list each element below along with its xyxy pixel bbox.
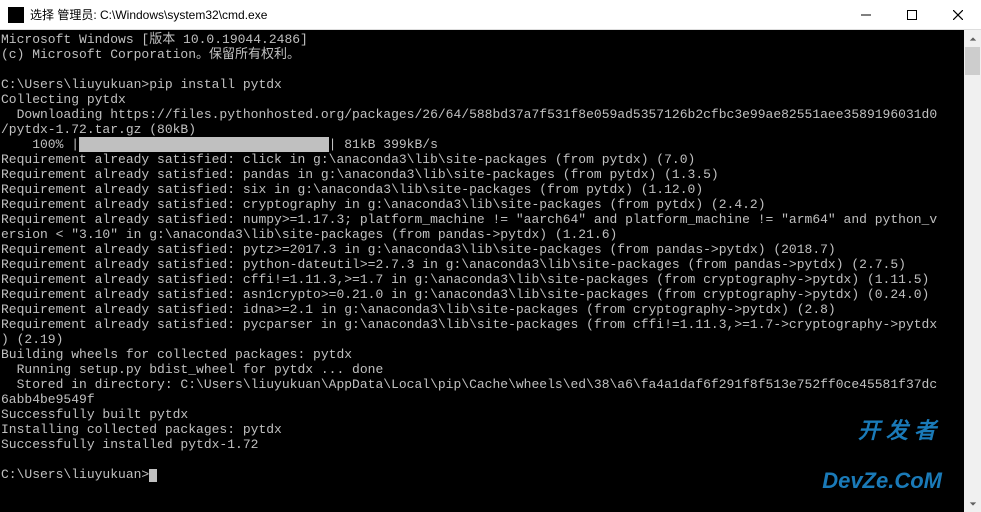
scroll-down-button[interactable] <box>964 495 981 512</box>
output-line: ersion < "3.10" in g:\anaconda3\lib\site… <box>1 227 617 242</box>
output-line: Requirement already satisfied: pandas in… <box>1 167 719 182</box>
prompt: C:\Users\liuyukuan> <box>1 467 149 482</box>
output-line: (c) Microsoft Corporation。保留所有权利。 <box>1 47 300 62</box>
scroll-track[interactable] <box>964 47 981 495</box>
output-line: Requirement already satisfied: asn1crypt… <box>1 287 929 302</box>
output-line: Building wheels for collected packages: … <box>1 347 352 362</box>
chevron-up-icon <box>969 35 977 43</box>
scroll-up-button[interactable] <box>964 30 981 47</box>
maximize-icon <box>907 10 917 20</box>
progress-percent: 100% | <box>1 137 79 152</box>
output-line: Running setup.py bdist_wheel for pytdx .… <box>1 362 383 377</box>
output-line: Requirement already satisfied: click in … <box>1 152 695 167</box>
output-line: Downloading https://files.pythonhosted.o… <box>1 107 937 122</box>
cmd-icon <box>8 7 24 23</box>
output-line: Collecting pytdx <box>1 92 126 107</box>
close-button[interactable] <box>935 0 981 30</box>
output-line: Requirement already satisfied: numpy>=1.… <box>1 212 937 227</box>
output-line: Requirement already satisfied: pycparser… <box>1 317 937 332</box>
output-line: Microsoft Windows [版本 10.0.19044.2486] <box>1 32 308 47</box>
window-titlebar: 选择 管理员: C:\Windows\system32\cmd.exe <box>0 0 981 30</box>
command: pip install pytdx <box>149 77 282 92</box>
output-line: Installing collected packages: pytdx <box>1 422 282 437</box>
output-line: /pytdx-1.72.tar.gz (80kB) <box>1 122 196 137</box>
vertical-scrollbar[interactable] <box>964 30 981 512</box>
output-line: Successfully built pytdx <box>1 407 188 422</box>
close-icon <box>953 10 963 20</box>
watermark-line1: 开发者 <box>822 419 942 442</box>
window-title: 选择 管理员: C:\Windows\system32\cmd.exe <box>30 6 843 23</box>
minimize-icon <box>861 10 871 20</box>
progress-bar <box>79 137 329 152</box>
scroll-thumb[interactable] <box>965 47 980 75</box>
output-line: Stored in directory: C:\Users\liuyukuan\… <box>1 377 937 392</box>
output-line: Requirement already satisfied: six in g:… <box>1 182 703 197</box>
output-line: ) (2.19) <box>1 332 63 347</box>
output-line: Requirement already satisfied: cryptogra… <box>1 197 766 212</box>
chevron-down-icon <box>969 500 977 508</box>
output-line: Requirement already satisfied: pytz>=201… <box>1 242 836 257</box>
console-output[interactable]: Microsoft Windows [版本 10.0.19044.2486] (… <box>0 30 964 512</box>
output-line: Requirement already satisfied: cffi!=1.1… <box>1 272 929 287</box>
output-line: Successfully installed pytdx-1.72 <box>1 437 258 452</box>
output-line: Requirement already satisfied: python-da… <box>1 257 906 272</box>
output-line: 6abb4be9549f <box>1 392 95 407</box>
watermark: 开发者 DevZe.CoM <box>822 392 942 506</box>
prompt: C:\Users\liuyukuan> <box>1 77 149 92</box>
watermark-line2: DevZe.CoM <box>822 469 942 492</box>
cursor <box>149 469 157 482</box>
output-line: Requirement already satisfied: idna>=2.1… <box>1 302 836 317</box>
progress-rate: | 81kB 399kB/s <box>329 137 438 152</box>
maximize-button[interactable] <box>889 0 935 30</box>
minimize-button[interactable] <box>843 0 889 30</box>
